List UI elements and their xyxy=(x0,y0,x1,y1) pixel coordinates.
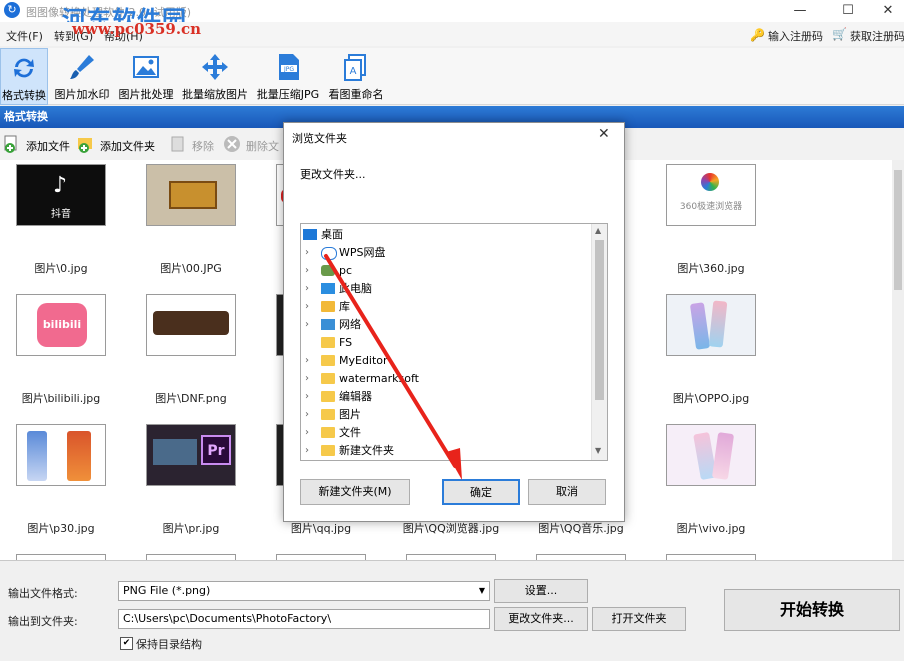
annotation-arrow xyxy=(324,254,462,480)
